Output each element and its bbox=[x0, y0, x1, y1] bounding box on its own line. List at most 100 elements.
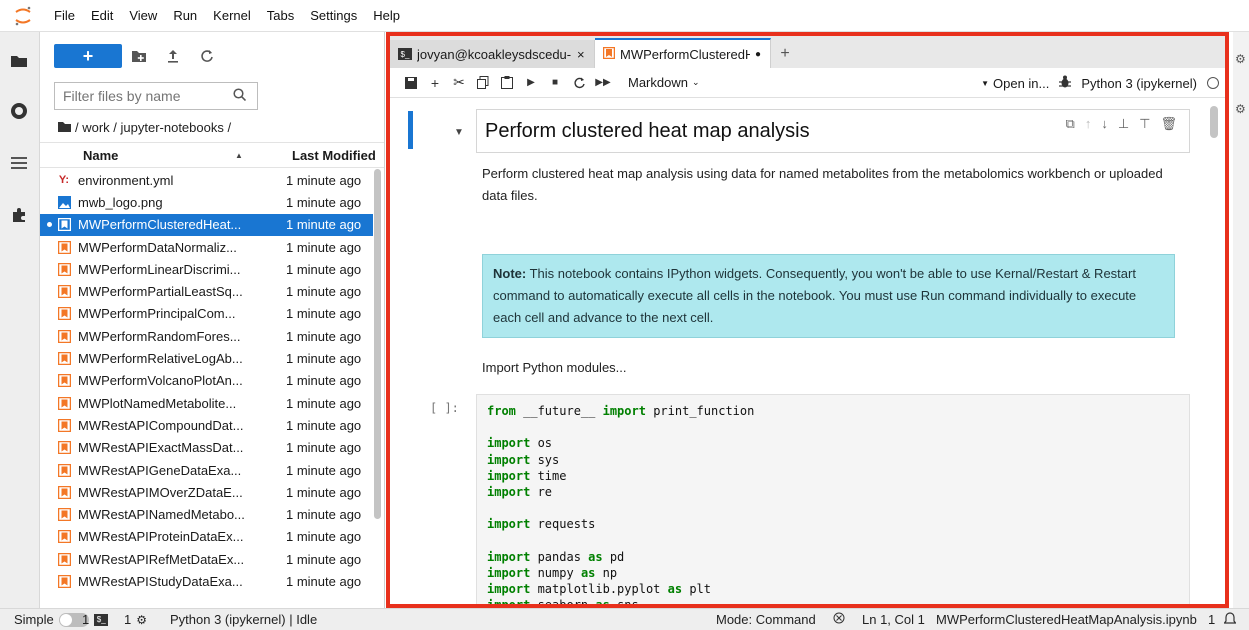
breadcrumb-path[interactable]: / work / jupyter-notebooks / bbox=[75, 120, 231, 135]
debugger-panel-icon[interactable]: ⚙ bbox=[1235, 102, 1246, 116]
add-tab-button[interactable]: + bbox=[771, 40, 799, 68]
menu-settings[interactable]: Settings bbox=[302, 8, 365, 23]
code-line: import time bbox=[487, 468, 1179, 484]
save-icon[interactable] bbox=[400, 72, 422, 94]
import-paragraph: Import Python modules... bbox=[482, 360, 627, 375]
no-problem-icon[interactable] bbox=[833, 612, 845, 624]
bell-icon[interactable] bbox=[1224, 612, 1236, 625]
notebook-scrollbar[interactable] bbox=[1210, 106, 1218, 138]
file-row[interactable]: MWRestAPICompoundDat... 1 minute ago bbox=[40, 414, 373, 436]
file-row[interactable]: MWPerformVolcanoPlotAn... 1 minute ago bbox=[40, 370, 373, 392]
close-icon[interactable]: × bbox=[577, 47, 585, 62]
file-row[interactable]: MWRestAPIGeneDataExa... 1 minute ago bbox=[40, 459, 373, 481]
code-line: import os bbox=[487, 435, 1179, 451]
paste-icon[interactable] bbox=[496, 72, 518, 94]
kernel-count[interactable]: 1 ⚙ bbox=[124, 612, 147, 627]
tab-terminal[interactable]: $_ jovyan@kcoakleysdscedu-: × bbox=[390, 40, 595, 68]
file-modified: 1 minute ago bbox=[286, 261, 362, 277]
file-row[interactable]: MWRestAPIStudyDataExa... 1 minute ago bbox=[40, 570, 373, 592]
menu-view[interactable]: View bbox=[121, 8, 165, 23]
file-row[interactable]: MWPerformRelativeLogAb... 1 minute ago bbox=[40, 347, 373, 369]
run-icon[interactable]: ▶ bbox=[520, 72, 542, 94]
menu-edit[interactable]: Edit bbox=[83, 8, 121, 23]
extension-icon[interactable] bbox=[8, 204, 30, 226]
fast-forward-icon[interactable]: ▶▶ bbox=[592, 72, 614, 94]
running-icon[interactable] bbox=[8, 100, 30, 122]
cursor-position[interactable]: Ln 1, Col 1 bbox=[862, 612, 925, 627]
cut-icon[interactable]: ✂ bbox=[448, 72, 470, 94]
new-launcher-button[interactable]: + bbox=[54, 44, 122, 68]
code-keyword: import bbox=[487, 565, 531, 580]
simple-mode-toggle[interactable]: Simple bbox=[14, 612, 89, 627]
upload-icon[interactable] bbox=[156, 44, 190, 68]
file-row[interactable]: MWRestAPIProteinDataEx... 1 minute ago bbox=[40, 526, 373, 548]
code-cell[interactable]: from __future__ import print_function imp… bbox=[476, 394, 1190, 608]
property-inspector-icon[interactable]: ⚙ bbox=[1235, 52, 1246, 66]
file-row[interactable]: MWRestAPINamedMetabo... 1 minute ago bbox=[40, 503, 373, 525]
file-row[interactable]: MWPerformClusteredHeat... 1 minute ago bbox=[40, 213, 373, 236]
file-list-scrollbar[interactable] bbox=[373, 169, 381, 519]
file-row[interactable]: MWPerformPrincipalCom... 1 minute ago bbox=[40, 303, 373, 325]
insert-above-icon[interactable]: ⊥ bbox=[1118, 116, 1129, 132]
copy-icon[interactable] bbox=[472, 72, 494, 94]
simple-mode-label: Simple bbox=[14, 612, 54, 627]
terminal-count[interactable]: 1 $_ bbox=[82, 612, 109, 627]
toc-icon[interactable] bbox=[8, 152, 30, 174]
sort-ascending-icon[interactable]: ▲ bbox=[235, 151, 243, 160]
unsaved-dot-icon[interactable]: ● bbox=[755, 49, 761, 60]
new-folder-icon[interactable] bbox=[122, 44, 156, 68]
stop-icon[interactable]: ■ bbox=[544, 72, 566, 94]
code-text: seaborn bbox=[530, 598, 596, 608]
code-line: import re bbox=[487, 484, 1179, 500]
file-row[interactable]: MWPerformLinearDiscrimi... 1 minute ago bbox=[40, 258, 373, 280]
tab-notebook[interactable]: MWPerformClusteredHeatM ● bbox=[595, 38, 771, 68]
name-column-header[interactable]: Name bbox=[83, 148, 118, 163]
file-name: MWRestAPIRefMetDataEx... bbox=[78, 551, 245, 567]
file-filter-field[interactable] bbox=[54, 82, 258, 110]
duplicate-cell-icon[interactable]: ⧉ bbox=[1066, 116, 1075, 132]
code-keyword: as bbox=[580, 565, 596, 580]
menu-help[interactable]: Help bbox=[365, 8, 408, 23]
file-row[interactable]: MWPerformRandomFores... 1 minute ago bbox=[40, 325, 373, 347]
menu-run[interactable]: Run bbox=[165, 8, 205, 23]
move-up-icon[interactable]: ↑ bbox=[1085, 116, 1092, 132]
modified-column-header[interactable]: Last Modified bbox=[292, 148, 376, 163]
code-text: pandas bbox=[530, 549, 589, 564]
notebook-icon bbox=[57, 218, 71, 232]
file-name: MWPerformPrincipalCom... bbox=[78, 306, 236, 322]
notebook-icon bbox=[57, 374, 71, 388]
kernel-status[interactable]: Python 3 (ipykernel) | Idle bbox=[170, 612, 317, 627]
insert-below-icon[interactable]: ⊤ bbox=[1139, 116, 1150, 132]
add-cell-icon[interactable]: + bbox=[424, 72, 446, 94]
code-text: matplotlib.pyplot bbox=[530, 582, 668, 597]
refresh-icon[interactable] bbox=[190, 44, 224, 68]
file-row[interactable]: Y: environment.yml 1 minute ago bbox=[40, 169, 373, 191]
file-row[interactable]: MWRestAPIRefMetDataEx... 1 minute ago bbox=[40, 548, 373, 570]
file-row[interactable]: MWPlotNamedMetabolite... 1 minute ago bbox=[40, 392, 373, 414]
folder-icon[interactable] bbox=[58, 120, 71, 135]
cell-actions: ⧉ ↑ ↓ ⊥ ⊤ 🗑 bbox=[1066, 116, 1177, 132]
file-row[interactable]: MWPerformDataNormaliz... 1 minute ago bbox=[40, 236, 373, 258]
folder-icon[interactable] bbox=[8, 50, 30, 72]
menu-file[interactable]: File bbox=[46, 8, 83, 23]
cell-type-dropdown[interactable]: Markdown ⌄ bbox=[628, 75, 700, 90]
file-modified: 1 minute ago bbox=[286, 462, 362, 478]
file-filter-input[interactable] bbox=[63, 88, 233, 104]
delete-cell-icon[interactable]: 🗑 bbox=[1160, 116, 1177, 132]
restart-icon[interactable] bbox=[568, 72, 590, 94]
file-row[interactable]: MWPerformPartialLeastSq... 1 minute ago bbox=[40, 280, 373, 302]
cell-collapser[interactable] bbox=[408, 111, 413, 149]
file-row[interactable]: MWRestAPIExactMassDat... 1 minute ago bbox=[40, 437, 373, 459]
file-list: Y: environment.yml 1 minute ago mwb_logo.pn… bbox=[40, 169, 373, 593]
debugger-icon[interactable] bbox=[1059, 75, 1072, 91]
menu-tabs[interactable]: Tabs bbox=[259, 8, 302, 23]
file-row[interactable]: MWRestAPIMOverZDataE... 1 minute ago bbox=[40, 481, 373, 503]
collapse-heading-icon[interactable]: ▼ bbox=[454, 127, 464, 138]
markdown-heading-cell[interactable]: Perform clustered heat map analysis ⧉ ↑ … bbox=[476, 109, 1190, 153]
file-row[interactable]: mwb_logo.png 1 minute ago bbox=[40, 191, 373, 213]
open-in-menu[interactable]: ▼ Open in... bbox=[981, 76, 1049, 91]
code-keyword: as bbox=[595, 598, 610, 608]
menu-kernel[interactable]: Kernel bbox=[205, 8, 259, 23]
move-down-icon[interactable]: ↓ bbox=[1101, 116, 1108, 132]
kernel-name[interactable]: Python 3 (ipykernel) bbox=[1081, 76, 1197, 91]
